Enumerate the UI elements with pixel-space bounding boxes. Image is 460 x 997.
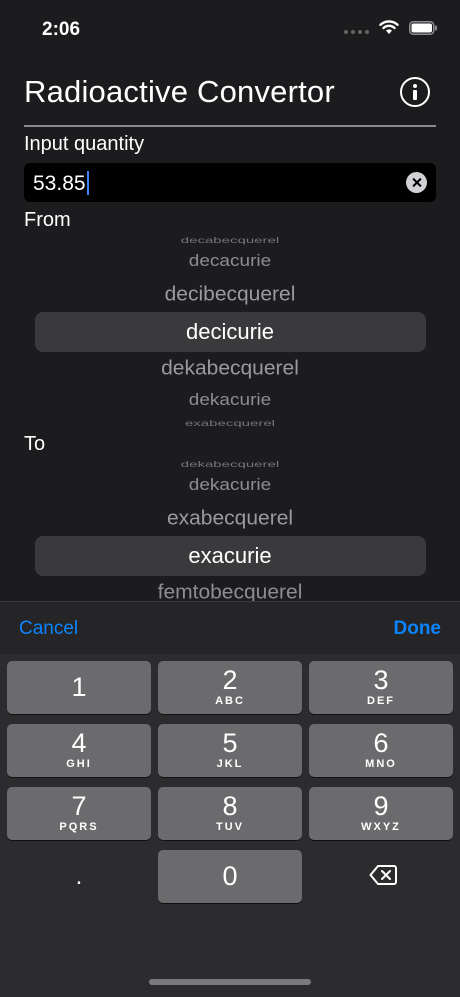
key-0[interactable]: 0	[158, 850, 302, 903]
key-9[interactable]: 9 WXYZ	[309, 787, 453, 840]
from-unit-picker[interactable]: decabecquerel decacurie decibecquerel decic…	[24, 234, 436, 428]
to-label: To	[24, 433, 46, 455]
key-letters: TUV	[216, 821, 244, 833]
signal-icon	[344, 22, 369, 34]
key-5[interactable]: 5 JKL	[158, 724, 302, 777]
key-digit: 8	[222, 791, 238, 821]
key-letters: MNO	[365, 758, 397, 770]
text-caret	[86, 171, 89, 195]
to-picker-row[interactable]: exacurie	[24, 543, 436, 569]
key-digit: 0	[222, 861, 238, 891]
key-2[interactable]: 2 ABC	[158, 661, 302, 714]
from-picker-row[interactable]: exabecquerel	[24, 419, 436, 428]
backspace-icon	[369, 865, 397, 885]
key-digit: 4	[71, 728, 87, 758]
from-picker-row[interactable]: decacurie	[24, 253, 436, 272]
key-letters: DEF	[367, 695, 395, 707]
header-divider	[24, 125, 436, 127]
from-picker-row[interactable]: dekacurie	[24, 392, 436, 411]
to-picker-row[interactable]: femtobecquerel	[24, 582, 436, 601]
to-unit-picker[interactable]: dekabecquerel dekacurie exabecquerel exacur…	[24, 458, 436, 601]
done-button[interactable]: Done	[394, 618, 442, 640]
key-digit: 2	[222, 665, 238, 695]
home-indicator	[149, 979, 311, 985]
wifi-icon	[379, 20, 399, 34]
from-label: From	[24, 209, 71, 231]
key-6[interactable]: 6 MNO	[309, 724, 453, 777]
clear-icon[interactable]	[406, 172, 427, 193]
key-digit: 5	[222, 728, 238, 758]
key-dot[interactable]: .	[7, 850, 151, 903]
from-picker-row[interactable]: decabecquerel	[24, 236, 436, 245]
key-3[interactable]: 3 DEF	[309, 661, 453, 714]
key-digit: 3	[373, 665, 389, 695]
keypad: 1 2 ABC 3 DEF 4 GHI 5 JKL 6 MNO 7 PQRS 8 TUV 9 WXYZ. 0	[0, 654, 460, 997]
status-bar: 2:06	[0, 0, 460, 60]
quantity-input[interactable]: 53.85	[24, 163, 436, 202]
key-1[interactable]: 1	[7, 661, 151, 714]
status-icons	[344, 20, 438, 35]
from-picker-row[interactable]: decibecquerel	[24, 284, 436, 307]
key-4[interactable]: 4 GHI	[7, 724, 151, 777]
from-picker-row[interactable]: dekabecquerel	[24, 358, 436, 381]
cancel-button[interactable]: Cancel	[19, 618, 78, 640]
key-8[interactable]: 8 TUV	[158, 787, 302, 840]
quantity-input-value: 53.85	[33, 171, 89, 196]
key-letters: GHI	[66, 758, 92, 770]
key-digit: 7	[71, 791, 87, 821]
key-letters: WXYZ	[361, 821, 401, 833]
to-picker-row[interactable]: dekacurie	[24, 477, 436, 496]
key-letters: JKL	[216, 758, 244, 770]
to-picker-row[interactable]: exabecquerel	[24, 508, 436, 531]
key-digit: 1	[71, 672, 87, 702]
from-picker-row[interactable]: decicurie	[24, 319, 436, 345]
battery-icon	[409, 20, 437, 35]
info-icon[interactable]	[400, 77, 430, 107]
key-letters: PQRS	[59, 821, 99, 833]
numeric-keyboard: Cancel Done 1 2 ABC 3 DEF 4 GHI 5 JKL 6 MNO 7 PQRS 8 T…	[0, 601, 460, 997]
key-letters: ABC	[215, 695, 245, 707]
key-digit: 6	[373, 728, 389, 758]
to-picker-row[interactable]: dekabecquerel	[24, 460, 436, 469]
status-time: 2:06	[42, 19, 81, 40]
key-digit: 9	[373, 791, 389, 821]
key-7[interactable]: 7 PQRS	[7, 787, 151, 840]
input-quantity-label: Input quantity	[24, 133, 145, 155]
keyboard-toolbar: Cancel Done	[0, 601, 460, 654]
backspace-button[interactable]	[309, 850, 453, 903]
key-digit: .	[75, 863, 83, 890]
page-title: Radioactive Convertor	[24, 74, 335, 109]
